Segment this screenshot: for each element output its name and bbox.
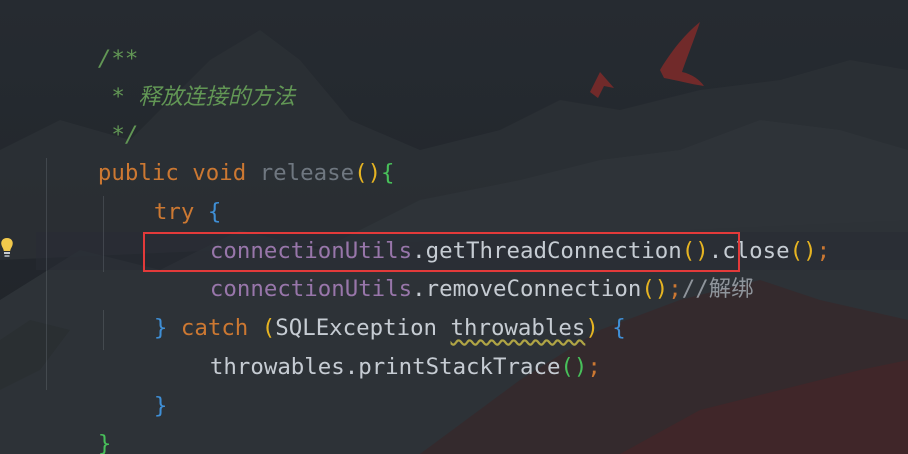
paren-open: ( <box>641 276 655 302</box>
paren-open: ( <box>560 354 574 380</box>
code-line-9[interactable]: throwables.printStackTrace(); <box>156 310 601 380</box>
code-line-3[interactable]: */ <box>44 78 138 148</box>
code-line-8[interactable]: } catch (SQLException throwables) { <box>100 271 626 341</box>
brace-close: } <box>153 393 168 419</box>
paren-close: ) <box>573 354 588 380</box>
code-line-4[interactable]: public void release(){ <box>44 116 395 186</box>
paren-close: ) <box>803 238 817 264</box>
semicolon: ; <box>668 276 682 302</box>
brace-open: { <box>612 315 626 341</box>
code-line-6[interactable]: connectionUtils.getThreadConnection().cl… <box>156 194 830 264</box>
paren-open: ( <box>354 160 368 186</box>
brace-open: { <box>381 160 395 186</box>
code-line-10[interactable]: } <box>100 349 167 419</box>
var-throwables: throwables <box>209 354 345 380</box>
code-line-5[interactable]: try { <box>100 155 221 225</box>
method-name-release: release <box>259 160 355 186</box>
code-line-1[interactable]: /** <box>44 2 138 72</box>
brace-close: } <box>97 431 112 454</box>
semicolon: ; <box>816 238 831 264</box>
paren-open: ( <box>789 238 804 264</box>
red-highlight-box <box>143 232 740 272</box>
code-line-2[interactable]: * 释放连接的方法 <box>44 40 295 110</box>
semicolon: ; <box>587 354 601 380</box>
paren-close: ) <box>654 276 669 302</box>
method-printStackTrace: .printStackTrace <box>344 354 561 380</box>
code-line-11[interactable]: } <box>44 387 111 454</box>
line-comment-unbind: //解绑 <box>681 276 754 302</box>
lightbulb-icon[interactable] <box>0 237 14 259</box>
paren-close: ) <box>367 160 382 186</box>
code-editor: /** * 释放连接的方法 */ public void release(){ … <box>0 0 908 454</box>
